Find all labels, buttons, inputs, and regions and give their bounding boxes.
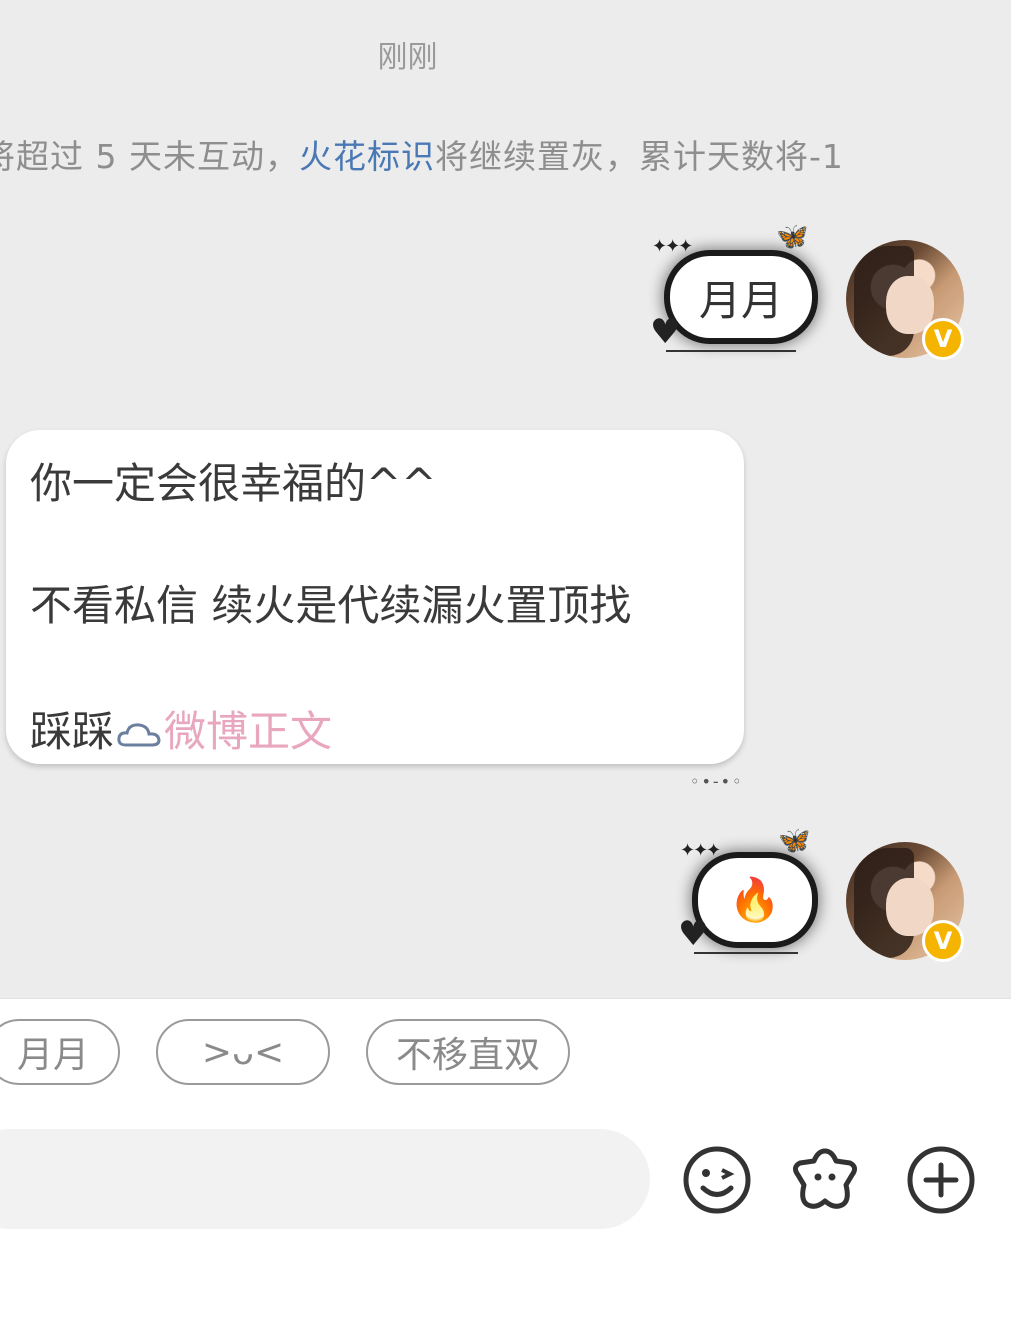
message-line: 你一定会很幸福的^^	[30, 459, 437, 508]
input-panel: 月月 >ᴗ< 不移直双	[0, 998, 1011, 1337]
message-text: 月月	[698, 275, 783, 325]
butterfly-icon: 🦋	[778, 826, 811, 856]
underline-deco	[666, 350, 796, 352]
spark-link[interactable]: 火花标识	[299, 137, 435, 176]
notice-prefix: 将超过 5 天未互动，	[0, 137, 299, 176]
sparkle-icon: ✦✦✦	[680, 840, 721, 861]
sticker-icon[interactable]	[790, 1145, 860, 1215]
verified-badge: V	[922, 920, 964, 962]
message-bubble[interactable]: 月月	[670, 256, 812, 338]
heart-icon: ♥	[678, 914, 709, 954]
message-line-prefix: 踩踩	[30, 707, 115, 756]
message-input[interactable]	[0, 1129, 650, 1229]
quick-reply-chip[interactable]: 月月	[0, 1019, 120, 1085]
plus-icon[interactable]	[906, 1145, 976, 1215]
timestamp: 刚刚	[377, 40, 438, 75]
quick-reply-chip[interactable]: 不移直双	[366, 1019, 570, 1085]
message-line: 踩踩 微博正文	[30, 698, 332, 759]
bubble-tail-deco: ◦•-•◦	[690, 772, 744, 791]
cloud-icon	[117, 722, 161, 746]
message-incoming[interactable]: 你一定会很幸福的^^ 不看私信 续火是代续漏火置顶找 踩踩 微博正文	[6, 430, 744, 764]
weibo-post-link[interactable]: 微博正文	[164, 707, 332, 756]
message-line: 不看私信 续火是代续漏火置顶找	[30, 581, 632, 630]
chat-area: 刚刚 将超过 5 天未互动，火花标识将继续置灰，累计天数将-1 ✦✦✦ 🦋 月月…	[0, 0, 1011, 998]
emoji-icon[interactable]	[682, 1145, 752, 1215]
verified-badge: V	[922, 318, 964, 360]
notice-suffix: 将继续置灰，累计天数将-1	[434, 137, 844, 176]
spark-notice: 将超过 5 天未互动，火花标识将继续置灰，累计天数将-1	[0, 130, 844, 178]
sparkle-icon: ✦✦✦	[652, 236, 693, 257]
fire-icon: 🔥	[728, 875, 782, 924]
heart-icon: ♥	[650, 312, 681, 352]
message-bubble[interactable]: 🔥	[698, 858, 812, 942]
underline-deco	[694, 952, 798, 954]
quick-reply-chip[interactable]: >ᴗ<	[156, 1019, 330, 1085]
butterfly-icon: 🦋	[776, 222, 809, 252]
